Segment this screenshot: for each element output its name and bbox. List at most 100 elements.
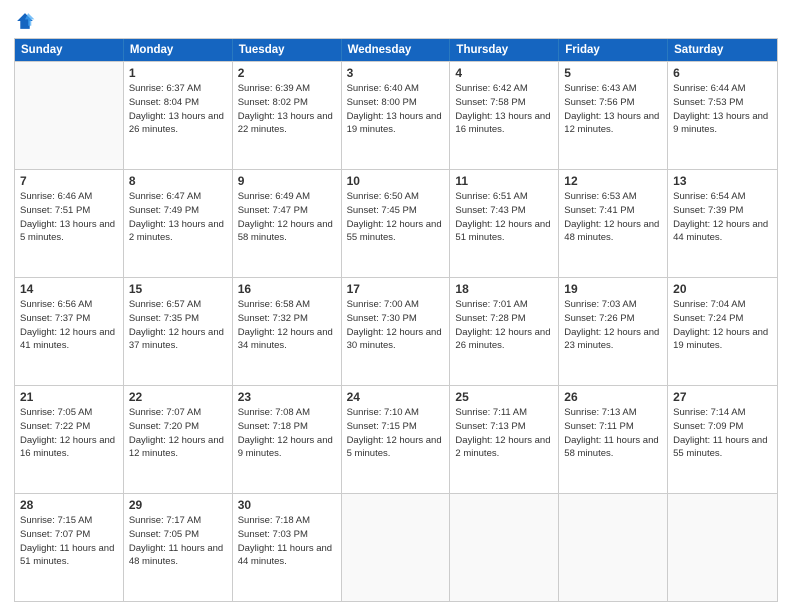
day-number: 5 <box>564 66 662 80</box>
sunrise-text: Sunrise: 6:49 AM <box>238 191 310 202</box>
cal-day-4: 4 Sunrise: 6:42 AM Sunset: 7:58 PM Daylight… <box>450 62 559 169</box>
daylight-text: Daylight: 13 hours and 9 minutes. <box>673 111 768 136</box>
sunrise-text: Sunrise: 6:44 AM <box>673 83 745 94</box>
day-number: 3 <box>347 66 445 80</box>
day-info: Sunrise: 6:50 AMSunset: 7:45 PMDaylight:… <box>347 190 445 245</box>
sunset-text: Sunset: 7:37 PM <box>20 313 90 324</box>
cal-day-2: 2Sunrise: 6:39 AMSunset: 8:02 PMDaylight… <box>233 62 342 169</box>
cal-day-19: 19Sunrise: 7:03 AMSunset: 7:26 PMDayligh… <box>559 278 668 385</box>
day-info: Sunrise: 6:57 AMSunset: 7:35 PMDaylight:… <box>129 298 227 353</box>
daylight-text: Daylight: 12 hours and 19 minutes. <box>673 327 768 352</box>
day-number: 16 <box>238 282 336 296</box>
day-number: 24 <box>347 390 445 404</box>
cal-day-10: 10 Sunrise: 6:50 AMSunset: 7:45 PMDayligh… <box>342 170 451 277</box>
sunset-text: Sunset: 7:24 PM <box>673 313 743 324</box>
sunset-text: Sunset: 7:51 PM <box>20 205 90 216</box>
cal-day-29: 29Sunrise: 7:17 AMSunset: 7:05 PMDayligh… <box>124 494 233 601</box>
day-number: 10 <box>347 174 445 188</box>
sunrise-text: Sunrise: 6:37 AM <box>129 83 201 94</box>
daylight-text: Daylight: 11 hours and 44 minutes. <box>238 543 332 568</box>
day-number: 8 <box>129 174 227 188</box>
sunrise-text: Sunrise: 7:05 AM <box>20 407 92 418</box>
sunrise-text: Sunrise: 6:57 AM <box>129 299 201 310</box>
day-number: 30 <box>238 498 336 512</box>
day-info: Sunrise: 7:04 AMSunset: 7:24 PMDaylight:… <box>673 298 772 353</box>
cal-header-friday: Friday <box>559 39 668 61</box>
sunset-text: Sunset: 7:47 PM <box>238 205 308 216</box>
day-number: 26 <box>564 390 662 404</box>
daylight-text: Daylight: 12 hours and 23 minutes. <box>564 327 659 352</box>
sunset-text: Sunset: 7:49 PM <box>129 205 199 216</box>
cal-day-6: 6Sunrise: 6:44 AMSunset: 7:53 PMDaylight… <box>668 62 777 169</box>
sunset-text: Sunset: 7:58 PM <box>455 97 525 108</box>
daylight-text: Daylight: 13 hours and 26 minutes. <box>129 111 224 136</box>
sunset-text: Sunset: 7:26 PM <box>564 313 634 324</box>
daylight-text: Daylight: 12 hours and 55 minutes. <box>347 219 442 244</box>
day-info: Sunrise: 6:53 AMSunset: 7:41 PMDaylight:… <box>564 190 662 245</box>
day-info: Sunrise: 7:13 AMSunset: 7:11 PMDaylight:… <box>564 406 662 461</box>
sunrise-text: Sunrise: 7:18 AM <box>238 515 310 526</box>
sunset-text: Sunset: 7:30 PM <box>347 313 417 324</box>
cal-day-20: 20Sunrise: 7:04 AMSunset: 7:24 PMDayligh… <box>668 278 777 385</box>
sunrise-text: Sunrise: 7:13 AM <box>564 407 636 418</box>
day-number: 7 <box>20 174 118 188</box>
day-info: Sunrise: 6:54 AMSunset: 7:39 PMDaylight:… <box>673 190 772 245</box>
sunrise-text: Sunrise: 6:50 AM <box>347 191 419 202</box>
cal-day-16: 16Sunrise: 6:58 AMSunset: 7:32 PMDayligh… <box>233 278 342 385</box>
cal-day-23: 23Sunrise: 7:08 AMSunset: 7:18 PMDayligh… <box>233 386 342 493</box>
cal-day-3: 3 Sunrise: 6:40 AMSunset: 8:00 PMDaylight… <box>342 62 451 169</box>
cal-week-2: 14 Sunrise: 6:56 AMSunset: 7:37 PMDayligh… <box>15 277 777 385</box>
sunset-text: Sunset: 7:28 PM <box>455 313 525 324</box>
day-info: Sunrise: 6:47 AMSunset: 7:49 PMDaylight:… <box>129 190 227 245</box>
day-info: Sunrise: 6:37 AMSunset: 8:04 PMDaylight:… <box>129 82 227 137</box>
daylight-text: Daylight: 13 hours and 22 minutes. <box>238 111 333 136</box>
day-info: Sunrise: 6:39 AMSunset: 8:02 PMDaylight:… <box>238 82 336 137</box>
sunrise-text: Sunrise: 7:14 AM <box>673 407 745 418</box>
cal-day-24: 24 Sunrise: 7:10 AMSunset: 7:15 PMDayligh… <box>342 386 451 493</box>
day-info: Sunrise: 7:15 AMSunset: 7:07 PMDaylight:… <box>20 514 118 569</box>
daylight-text: Daylight: 13 hours and 12 minutes. <box>564 111 659 136</box>
day-info: Sunrise: 7:01 AMSunset: 7:28 PMDaylight:… <box>455 298 553 353</box>
daylight-text: Daylight: 12 hours and 26 minutes. <box>455 327 550 352</box>
day-number: 23 <box>238 390 336 404</box>
cal-empty-cell <box>559 494 668 601</box>
day-info: Sunrise: 6:43 AMSunset: 7:56 PMDaylight:… <box>564 82 662 137</box>
day-info: Sunrise: 6:46 AMSunset: 7:51 PMDaylight:… <box>20 190 118 245</box>
day-info: Sunrise: 6:42 AM Sunset: 7:58 PM Daylight:… <box>455 82 553 137</box>
cal-header-tuesday: Tuesday <box>233 39 342 61</box>
sunset-text: Sunset: 7:22 PM <box>20 421 90 432</box>
cal-empty-cell <box>342 494 451 601</box>
day-info: Sunrise: 6:40 AMSunset: 8:00 PMDaylight:… <box>347 82 445 137</box>
daylight-text: Daylight: 13 hours and 16 minutes. <box>455 111 550 136</box>
day-number: 11 <box>455 174 553 188</box>
day-number: 22 <box>129 390 227 404</box>
day-info: Sunrise: 6:56 AMSunset: 7:37 PMDaylight:… <box>20 298 118 353</box>
sunrise-text: Sunrise: 6:40 AM <box>347 83 419 94</box>
cal-day-26: 26 Sunrise: 7:13 AMSunset: 7:11 PMDayligh… <box>559 386 668 493</box>
daylight-text: Daylight: 11 hours and 55 minutes. <box>673 435 767 460</box>
day-number: 27 <box>673 390 772 404</box>
daylight-text: Daylight: 11 hours and 48 minutes. <box>129 543 223 568</box>
cal-header-wednesday: Wednesday <box>342 39 451 61</box>
sunrise-text: Sunrise: 6:42 AM <box>455 83 527 94</box>
cal-header-sunday: Sunday <box>15 39 124 61</box>
daylight-text: Daylight: 13 hours and 5 minutes. <box>20 219 115 244</box>
daylight-text: Daylight: 12 hours and 2 minutes. <box>455 435 550 460</box>
sunset-text: Sunset: 7:09 PM <box>673 421 743 432</box>
daylight-text: Daylight: 12 hours and 5 minutes. <box>347 435 442 460</box>
daylight-text: Daylight: 11 hours and 51 minutes. <box>20 543 114 568</box>
day-number: 18 <box>455 282 553 296</box>
cal-week-3: 21Sunrise: 7:05 AMSunset: 7:22 PMDayligh… <box>15 385 777 493</box>
cal-day-18: 18 Sunrise: 7:01 AMSunset: 7:28 PMDayligh… <box>450 278 559 385</box>
cal-day-7: 7 Sunrise: 6:46 AMSunset: 7:51 PMDaylight… <box>15 170 124 277</box>
cal-day-12: 12Sunrise: 6:53 AMSunset: 7:41 PMDayligh… <box>559 170 668 277</box>
day-info: Sunrise: 7:10 AMSunset: 7:15 PMDaylight:… <box>347 406 445 461</box>
sunrise-text: Sunrise: 6:53 AM <box>564 191 636 202</box>
sunset-text: Sunset: 7:35 PM <box>129 313 199 324</box>
cal-day-28: 28Sunrise: 7:15 AMSunset: 7:07 PMDayligh… <box>15 494 124 601</box>
day-number: 15 <box>129 282 227 296</box>
cal-day-17: 17Sunrise: 7:00 AMSunset: 7:30 PMDayligh… <box>342 278 451 385</box>
sunrise-text: Sunrise: 7:15 AM <box>20 515 92 526</box>
day-number: 14 <box>20 282 118 296</box>
day-number: 4 <box>455 66 553 80</box>
